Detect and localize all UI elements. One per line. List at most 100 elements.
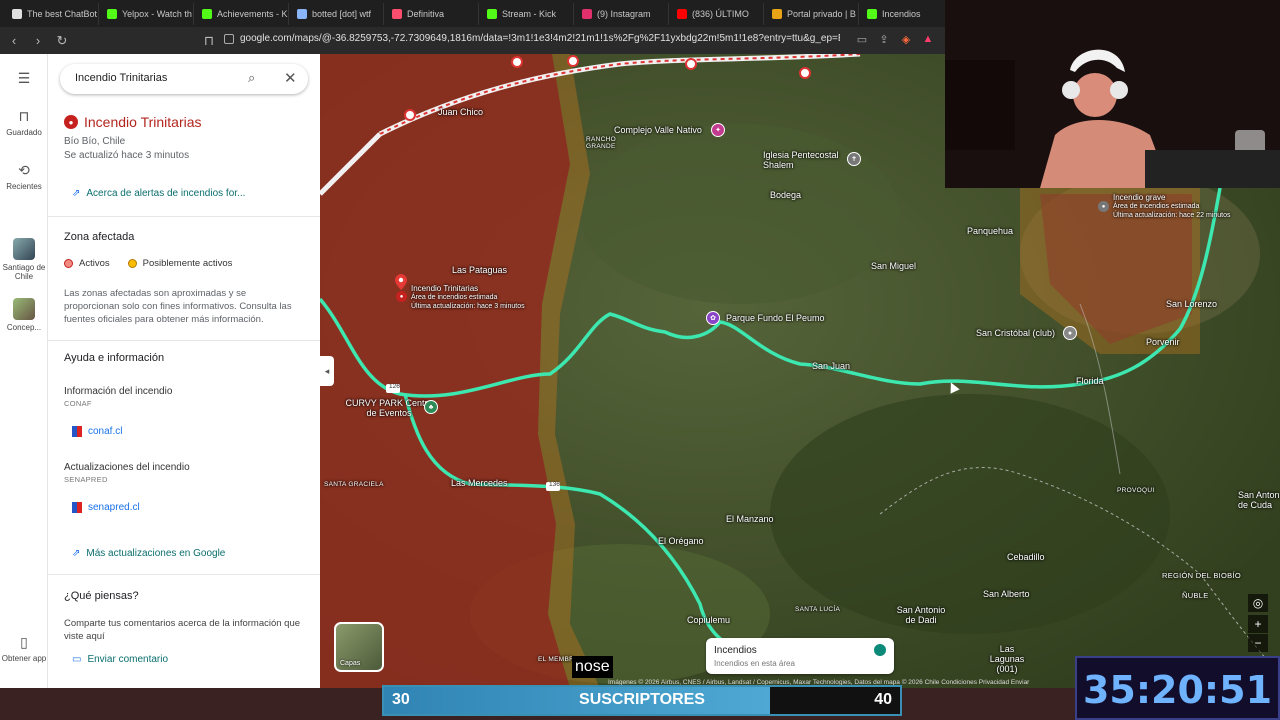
subscriber-goal-bar: 30 SUSCRIPTORES 40: [382, 685, 902, 716]
map-label-rancho-grande[interactable]: RANCHO GRANDE: [586, 136, 620, 150]
map-label-las-mercedes[interactable]: Las Mercedes: [451, 478, 508, 488]
conaf-label: conaf.cl: [88, 426, 123, 437]
active-dot: [64, 259, 73, 268]
brave-shield-icon[interactable]: ◈: [899, 32, 913, 46]
conaf-link[interactable]: conaf.cl: [72, 426, 122, 437]
browser-tab[interactable]: botted [dot] wtf: [289, 2, 384, 25]
send-feedback-link[interactable]: ▭ Enviar comentario: [72, 654, 168, 665]
map-label-bodega[interactable]: Bodega: [770, 190, 801, 200]
share-icon[interactable]: ⇪: [877, 32, 891, 46]
fire-name: Incendio Trinitarias: [84, 114, 202, 130]
road-126-label: 126: [389, 383, 400, 390]
collapse-panel-button[interactable]: ◂: [320, 356, 334, 386]
fire-grave-detail: Área de incendios estimada: [1113, 203, 1200, 210]
browser-tab[interactable]: Portal privado | B: [764, 2, 859, 25]
search-input[interactable]: Incendio Trinitarias: [75, 72, 167, 84]
browser-tab[interactable]: Achievements - K: [194, 2, 289, 25]
about-alerts-link[interactable]: ⇗ Acerca de alertas de incendios for...: [72, 188, 245, 199]
search-box[interactable]: Incendio Trinitarias ⌕ ✕: [60, 64, 308, 94]
fire-grave-icon[interactable]: ●: [1098, 201, 1109, 212]
disclaimer-text: Las zonas afectadas son aproximadas y se…: [64, 288, 292, 325]
send-feedback-label: Enviar comentario: [87, 654, 169, 665]
more-updates-link[interactable]: ⇗ Más actualizaciones en Google: [72, 548, 225, 559]
map-label-provoqui[interactable]: PROVOQUI: [1117, 487, 1154, 494]
browser-tab[interactable]: Definitiva: [384, 2, 479, 25]
map-label-el-membrillo[interactable]: EL MEMBR: [538, 656, 574, 663]
church-icon[interactable]: ✝: [847, 152, 861, 166]
get-app-button[interactable]: ▯ Obtener app: [0, 634, 48, 663]
sports-club-icon[interactable]: ●: [1063, 326, 1077, 340]
map-label-san-lorenzo[interactable]: San Lorenzo: [1166, 299, 1217, 309]
map-label-san-antonio-cuda[interactable]: San Anton de Cuda: [1238, 490, 1280, 510]
map-label-las-lagunas[interactable]: Las Lagunas (001): [982, 644, 1032, 674]
tab-favicon-icon: [202, 8, 212, 19]
recent-place-santiago[interactable]: Santiago de Chile: [0, 238, 48, 281]
recent-place-concepcion[interactable]: Concep...: [0, 298, 48, 332]
map-label-juan-chico[interactable]: Juan Chico: [438, 107, 483, 117]
map-label-iglesia[interactable]: Iglesia Pentecostal Shalem: [763, 150, 853, 170]
zoom-out-button[interactable]: −: [1248, 634, 1268, 652]
map-label-las-pataguas[interactable]: Las Pataguas: [452, 265, 507, 275]
search-icon[interactable]: ⌕: [248, 70, 255, 86]
menu-button[interactable]: ☰: [0, 70, 48, 90]
map-label-parque[interactable]: Parque Fundo El Peumo: [726, 313, 825, 323]
highway-marker: [685, 58, 697, 70]
my-location-icon[interactable]: ◎: [1248, 594, 1268, 612]
incendios-toggle[interactable]: [874, 644, 886, 656]
map-label-san-juan[interactable]: San Juan: [812, 361, 850, 371]
info2-source: SENAPRED: [64, 475, 108, 484]
tab-label: Yelpox - Watch th: [122, 8, 192, 19]
fire-grave-name[interactable]: Incendio grave: [1113, 193, 1165, 202]
zoom-in-button[interactable]: +: [1248, 615, 1268, 633]
map-label-cebadillo[interactable]: Cebadillo: [1007, 552, 1045, 562]
external-link-icon: ⇗: [72, 188, 81, 199]
incendios-toggle-card[interactable]: Incendios Incendios en esta área: [706, 638, 894, 674]
fire-location-pin[interactable]: [395, 274, 407, 290]
event-venue-icon[interactable]: ♣: [424, 400, 438, 414]
url-text[interactable]: google.com/maps/@-36.8259753,-72.7309649…: [240, 33, 840, 44]
fire-marker-name[interactable]: Incendio Trinitarias: [411, 284, 478, 293]
tab-label: Definitiva: [407, 8, 445, 19]
park-icon[interactable]: ✿: [706, 311, 720, 325]
map-label-copiulemu[interactable]: Copiulemu: [687, 615, 730, 625]
map-label-san-antonio-dadi[interactable]: San Antonio de Dadi: [894, 605, 948, 625]
map-label-san-miguel[interactable]: San Miguel: [871, 261, 916, 271]
map-label-santa-lucia[interactable]: SANTA LUCÍA: [795, 606, 840, 613]
brave-rewards-icon[interactable]: ▲: [921, 32, 935, 46]
map-label-santa-graciela[interactable]: SANTA GRACIELA: [324, 481, 384, 488]
map-label-nuble: ÑUBLE: [1182, 591, 1209, 600]
map-label-el-oregano[interactable]: El Orégano: [658, 536, 704, 546]
fire-updated: Se actualizó hace 3 minutos: [64, 150, 190, 161]
browser-tab[interactable]: Yelpox - Watch th: [99, 2, 194, 25]
forward-icon[interactable]: ›: [28, 31, 48, 51]
map-label-panquehua[interactable]: Panquehua: [967, 226, 1013, 236]
browser-tab[interactable]: Incendios: [859, 2, 954, 25]
map-label-curvy-park[interactable]: CURVY PARK Centro de Eventos: [344, 398, 434, 418]
map-label-san-cristobal[interactable]: San Cristóbal (club): [976, 328, 1055, 338]
browser-tab[interactable]: Stream - Kick: [479, 2, 574, 25]
recent-button[interactable]: ⟲ Recientes: [0, 162, 48, 191]
feedback-text: Comparte tus comentarios acerca de la in…: [64, 618, 301, 642]
reload-icon[interactable]: ↻: [52, 31, 72, 51]
map-label-porvenir[interactable]: Porvenir: [1146, 337, 1180, 347]
saved-button[interactable]: ⊓ Guardado: [0, 108, 48, 137]
senapred-link[interactable]: senapred.cl: [72, 502, 140, 513]
map-label-el-manzano[interactable]: El Manzano: [726, 514, 774, 524]
layers-button[interactable]: Capas: [334, 622, 384, 672]
close-icon[interactable]: ✕: [284, 69, 297, 87]
browser-tab[interactable]: The best ChatBot: [4, 2, 99, 25]
tab-label: The best ChatBot: [27, 8, 98, 19]
back-icon[interactable]: ‹: [4, 31, 24, 51]
browser-tab[interactable]: (836) ÚLTIMO: [669, 2, 764, 25]
fire-icon: ●: [64, 115, 78, 129]
map-label-san-alberto[interactable]: San Alberto: [983, 589, 1030, 599]
poi-pin-icon[interactable]: ✦: [711, 123, 725, 137]
bookmark-icon[interactable]: ⊓: [199, 31, 219, 51]
feedback-icon: ▭: [72, 654, 82, 665]
screen-cast-icon[interactable]: ▭: [855, 32, 869, 46]
site-info-icon[interactable]: [224, 34, 234, 44]
map-label-florida[interactable]: Florida: [1076, 376, 1104, 386]
map-label-complejo[interactable]: Complejo Valle Nativo: [614, 125, 702, 135]
bookmark-outline-icon: ⊓: [18, 108, 30, 124]
browser-tab[interactable]: (9) Instagram: [574, 2, 669, 25]
